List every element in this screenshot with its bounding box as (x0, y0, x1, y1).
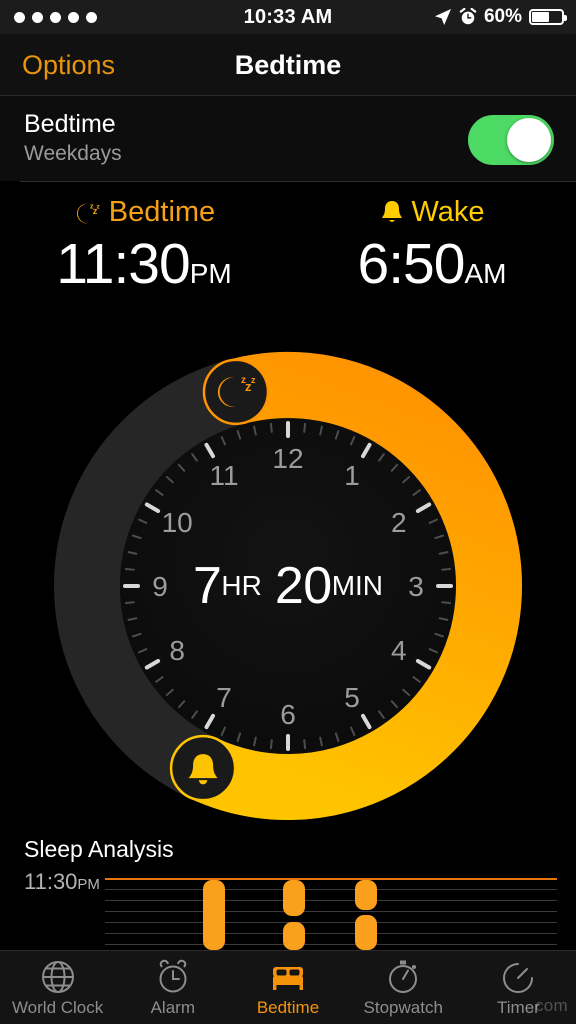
switch-knob (507, 118, 551, 162)
stopwatch-icon (389, 960, 418, 993)
dial-svg[interactable]: 12 12 3 45 6 78 9 10 11 zzz (43, 341, 533, 831)
analysis-bar (283, 922, 305, 950)
dial-numeral: 1 (344, 460, 360, 491)
sleep-analysis-chart (105, 878, 557, 950)
bedtime-value: 11:30PM (0, 231, 288, 297)
bedtime-summary[interactable]: z z z Bedtime 11:30PM (0, 196, 288, 297)
wake-meridiem: AM (464, 258, 507, 289)
analysis-bar (203, 880, 225, 950)
zzz-glyph: z (251, 375, 256, 385)
tab-world-clock[interactable]: World Clock (0, 951, 115, 1016)
wake-summary[interactable]: Wake 6:50AM (288, 196, 576, 297)
analysis-bar (355, 915, 377, 950)
dial-numeral: 8 (169, 635, 185, 666)
analysis-time: 11:30 (24, 869, 78, 894)
tab-label: World Clock (11, 998, 104, 1017)
analysis-gridline (105, 911, 557, 912)
wake-summary-label-row: Wake (288, 196, 576, 229)
tab-label: Timer (497, 998, 540, 1017)
dial-tick (269, 422, 273, 433)
battery-percentage: 60% (483, 6, 522, 27)
bedtime-switch[interactable] (468, 115, 554, 165)
analysis-gridline (105, 889, 557, 890)
navigation-bar: Options Bedtime (0, 34, 576, 96)
bell-icon (382, 200, 403, 222)
analysis-gridline (105, 944, 557, 945)
dial-numeral: 10 (162, 507, 193, 538)
tab-label: Stopwatch (363, 998, 443, 1017)
dial-numeral: 3 (408, 571, 424, 602)
dial-tick (303, 739, 307, 750)
dial-numeral: 9 (152, 571, 168, 602)
location-arrow-icon (434, 9, 451, 25)
analysis-meridiem: PM (77, 876, 100, 893)
dial-tick (124, 601, 135, 605)
analysis-bar (283, 880, 305, 916)
dial-tick (441, 601, 452, 605)
status-bar-right: 60% (434, 6, 567, 28)
svg-text:z: z (96, 203, 100, 210)
dial-numeral: 4 (391, 635, 407, 666)
bedtime-dial[interactable]: 12 1 2 3 4 5 6 7 8 9 10 11 zzz 7 HR 20 MIN (43, 341, 533, 831)
bedtime-time: 11:30 (56, 232, 190, 296)
bedtime-label: Bedtime (108, 196, 216, 228)
dial-tick (303, 422, 307, 433)
dial-tick (124, 567, 135, 571)
dial-tick (269, 739, 273, 750)
analysis-gridline (105, 933, 557, 934)
analysis-bar (355, 880, 377, 910)
sleep-analysis-section[interactable]: Sleep Analysis 11:30PM (0, 836, 576, 950)
tab-bar: World Clock Alarm Bedtime Stopwatch Time… (0, 950, 576, 1024)
bedtime-meridiem: PM (189, 258, 232, 289)
wake-handle[interactable] (169, 734, 237, 802)
time-summary: z z z Bedtime 11:30PM Wake 6:50AM (0, 196, 576, 336)
wake-label: Wake (411, 196, 485, 228)
alarm-clock-icon (159, 959, 187, 993)
row-divider (20, 181, 576, 182)
bedtime-handle-circle[interactable] (202, 358, 270, 426)
analysis-gridline (105, 922, 557, 923)
wake-time: 6:50 (357, 232, 466, 296)
battery-icon (529, 9, 567, 25)
bedtime-summary-label-row: z z z Bedtime (0, 196, 288, 229)
globe-icon (41, 961, 74, 993)
tab-bedtime[interactable]: Bedtime (230, 951, 345, 1016)
alarm-icon (459, 8, 477, 25)
dial-numeral: 2 (391, 507, 407, 538)
dial-numeral: 6 (280, 699, 296, 730)
dial-numeral: 5 (344, 682, 360, 713)
dial-numeral: 11 (209, 460, 238, 491)
bedtime-toggle-subtitle: Weekdays (24, 142, 122, 165)
analysis-gridline (105, 900, 557, 901)
tab-stopwatch[interactable]: Stopwatch (346, 951, 461, 1016)
tab-label: Alarm (150, 998, 195, 1017)
tab-timer[interactable]: Timer (461, 951, 576, 1016)
page-title: Bedtime (234, 49, 342, 80)
bedtime-toggle-row[interactable]: Bedtime Weekdays (0, 96, 576, 181)
sleep-analysis-time-label: 11:30PM (24, 869, 100, 895)
dial-tick (441, 567, 452, 571)
status-bar: 10:33 AM 60% (0, 0, 576, 34)
dial-numeral: 7 (216, 682, 232, 713)
bed-icon (273, 967, 303, 990)
bedtime-toggle-title: Bedtime (24, 110, 116, 138)
dial-numeral: 12 (272, 443, 303, 474)
bedtime-handle[interactable]: zzz (202, 358, 270, 426)
tab-alarm[interactable]: Alarm (115, 951, 230, 1016)
moon-zzz-icon: z z z (76, 201, 100, 223)
tab-label: Bedtime (256, 998, 320, 1017)
timer-icon (503, 963, 534, 993)
wake-value: 6:50AM (288, 231, 576, 297)
sleep-analysis-title: Sleep Analysis (24, 836, 174, 862)
analysis-top-line (105, 878, 557, 880)
